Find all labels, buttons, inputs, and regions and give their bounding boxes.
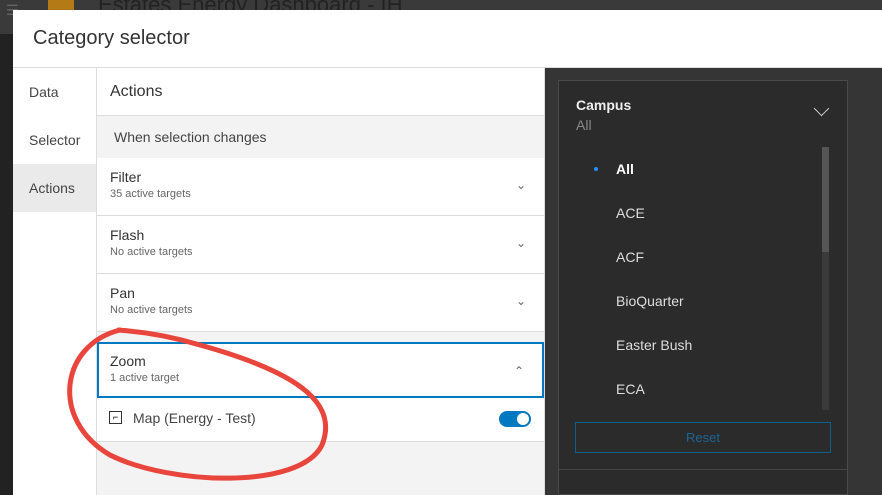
action-filter[interactable]: Filter 35 active targets ⌄ xyxy=(97,158,544,216)
actions-subheader: When selection changes xyxy=(114,129,267,145)
option-item[interactable]: BioQuarter xyxy=(559,279,819,323)
tab-actions[interactable]: Actions xyxy=(13,164,96,212)
category-selector-preview: Campus All All ACE ACF BioQuarter Easter… xyxy=(558,80,848,495)
preview-panel: Campus All All ACE ACF BioQuarter Easter… xyxy=(545,68,882,495)
chevron-down-icon: ⌄ xyxy=(515,178,526,192)
zoom-target-row: ⌐ Map (Energy - Test) xyxy=(97,398,544,442)
map-icon: ⌐ xyxy=(109,411,122,424)
actions-header: Actions xyxy=(97,68,544,116)
action-name: Filter xyxy=(110,169,142,185)
actions-panel: Actions When selection changes Filter 35… xyxy=(97,68,545,495)
action-status: 1 active target xyxy=(110,372,180,384)
option-item[interactable]: ACF xyxy=(559,235,819,279)
option-list: All ACE ACF BioQuarter Easter Bush ECA xyxy=(559,147,819,411)
app-sidebar xyxy=(0,34,13,495)
divider xyxy=(559,469,847,470)
action-zoom[interactable]: Zoom 1 active target ⌃ xyxy=(97,342,544,398)
dialog-title: Category selector xyxy=(33,27,190,49)
option-item[interactable]: ACE xyxy=(559,191,819,235)
option-item[interactable]: Easter Bush xyxy=(559,323,819,367)
scrollbar[interactable] xyxy=(822,147,829,410)
preview-value: All xyxy=(576,117,592,133)
action-status: 35 active targets xyxy=(110,188,191,200)
action-pan[interactable]: Pan No active targets ⌄ xyxy=(97,274,544,332)
chevron-down-icon[interactable] xyxy=(813,100,830,117)
chevron-up-icon: ⌃ xyxy=(513,364,524,378)
action-name: Flash xyxy=(110,227,145,243)
preview-title: Campus xyxy=(576,97,632,113)
option-item[interactable]: ECA xyxy=(559,367,819,411)
action-name: Zoom xyxy=(110,353,146,369)
category-selector-dialog: Category selector Data Selector Actions … xyxy=(13,10,882,495)
tab-data[interactable]: Data xyxy=(13,68,96,116)
action-flash[interactable]: Flash No active targets ⌄ xyxy=(97,216,544,274)
action-status: No active targets xyxy=(110,246,193,258)
config-tabs: Data Selector Actions xyxy=(13,68,97,495)
action-status: No active targets xyxy=(110,304,193,316)
tab-selector[interactable]: Selector xyxy=(13,116,96,164)
chevron-down-icon: ⌄ xyxy=(515,294,526,308)
option-item[interactable]: All xyxy=(559,147,819,191)
action-name: Pan xyxy=(110,285,135,301)
chevron-down-icon: ⌄ xyxy=(515,236,526,250)
target-label: Map (Energy - Test) xyxy=(133,410,256,426)
target-toggle[interactable] xyxy=(499,411,531,427)
reset-button[interactable]: Reset xyxy=(575,422,831,453)
